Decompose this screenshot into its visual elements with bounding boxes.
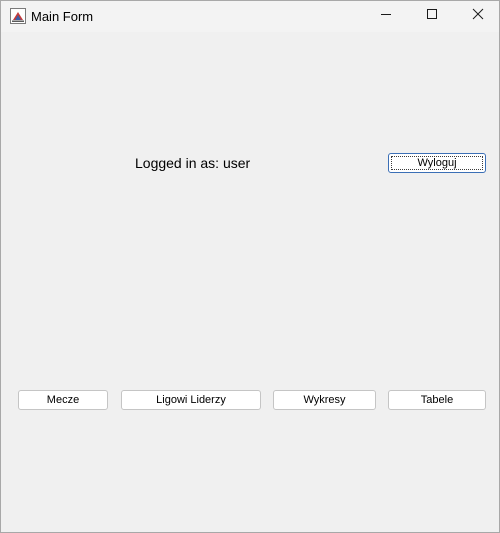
logout-button[interactable]: Wyloguj (388, 153, 486, 173)
matches-button[interactable]: Mecze (18, 390, 108, 410)
close-button[interactable] (455, 1, 500, 31)
league-leaders-button[interactable]: Ligowi Liderzy (121, 390, 261, 410)
logged-in-label: Logged in as: user (135, 155, 251, 171)
form-content: Logged in as: user Wyloguj Mecze Ligowi … (1, 32, 499, 532)
java-app-icon (10, 8, 26, 24)
close-icon (472, 7, 484, 25)
tables-button[interactable]: Tabele (388, 390, 486, 410)
minimize-icon (380, 7, 392, 25)
title-bar[interactable]: Main Form (1, 1, 499, 32)
maximize-button[interactable] (409, 1, 455, 31)
maximize-icon (426, 7, 438, 25)
main-form-window: Main Form Logged in as: user Wyloguj Mec… (0, 0, 500, 533)
minimize-button[interactable] (363, 1, 409, 31)
charts-button[interactable]: Wykresy (273, 390, 376, 410)
window-title: Main Form (31, 9, 94, 24)
